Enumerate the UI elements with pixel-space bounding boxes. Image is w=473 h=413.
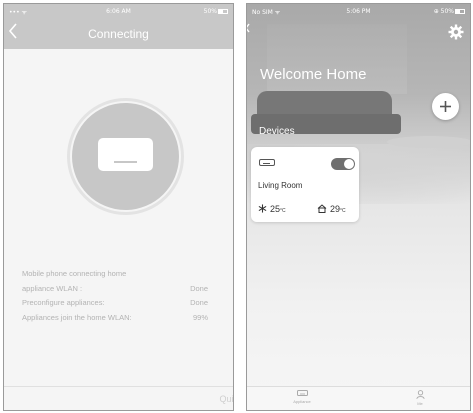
device-card-living-room[interactable]: Living Room 25°C 29°C	[251, 147, 359, 222]
indoor-temperature-value: 29	[330, 204, 341, 214]
progress-row: Preconfigure appliances: Done	[22, 298, 208, 313]
battery-icon	[455, 9, 465, 14]
tab-label: Appliance	[293, 399, 311, 404]
progress-label: Appliances join the home WLAN:	[22, 312, 132, 322]
set-temperature-value: 25	[270, 204, 281, 214]
temperature-unit: °C	[280, 208, 286, 214]
home-icon	[317, 204, 327, 213]
temperature-unit: °C	[340, 208, 346, 214]
background-window	[267, 24, 407, 94]
air-conditioner-icon	[259, 159, 275, 166]
plus-icon	[440, 101, 451, 112]
progress-value: Done	[190, 283, 208, 293]
welcome-title: Welcome Home	[260, 66, 367, 83]
status-time: 6:06 AM	[106, 8, 131, 15]
add-device-button[interactable]	[432, 93, 459, 120]
battery-icon	[218, 9, 228, 14]
snowflake-icon	[258, 204, 267, 213]
battery-indicator: 50%	[204, 8, 228, 15]
progress-label: Mobile phone connecting home	[22, 269, 127, 278]
background-table	[387, 136, 470, 148]
progress-value: 99%	[192, 312, 208, 322]
page-title: Connecting	[88, 27, 149, 41]
device-name: Living Room	[258, 181, 303, 190]
air-conditioner-icon	[98, 138, 153, 171]
tab-appliance[interactable]: Appliance	[277, 390, 327, 404]
bottom-bar: Quit	[4, 386, 233, 410]
devices-heading: Devices	[259, 126, 295, 137]
indoor-temperature: 29°C	[317, 204, 346, 214]
nav-bar: Connecting	[4, 19, 233, 49]
tab-bar: Appliance Me	[247, 386, 470, 410]
progress-row: appliance WLAN : Done	[22, 284, 208, 299]
status-bar: No SIM ᯤ 5:06 PM ⊕ 50%	[247, 4, 470, 19]
progress-label: appliance WLAN :	[22, 283, 83, 293]
appliance-icon	[296, 390, 308, 396]
progress-label: Preconfigure appliances:	[22, 298, 105, 307]
progress-row: Mobile phone connecting home	[22, 269, 208, 284]
quit-button[interactable]: Quit	[219, 394, 233, 404]
power-toggle[interactable]	[331, 158, 355, 170]
status-bar: ••• ᯤ 6:06 AM 50%	[4, 4, 233, 19]
connecting-screen: ••• ᯤ 6:06 AM 50% Connecting Mobile phon…	[3, 3, 234, 411]
person-icon	[415, 390, 425, 399]
progress-row: Appliances join the home WLAN: 99%	[22, 313, 208, 328]
menu-edge-icon[interactable]	[247, 23, 250, 36]
progress-value: Done	[190, 298, 208, 307]
set-temperature: 25°C	[258, 204, 286, 214]
home-screen: No SIM ᯤ 5:06 PM ⊕ 50% Welcome Home Devi…	[246, 3, 471, 411]
tab-label: Me	[417, 401, 423, 406]
tab-me[interactable]: Me	[395, 390, 445, 406]
connection-progress-list: Mobile phone connecting home appliance W…	[22, 269, 208, 327]
gear-icon[interactable]	[448, 24, 464, 40]
battery-indicator: ⊕ 50%	[434, 8, 465, 15]
